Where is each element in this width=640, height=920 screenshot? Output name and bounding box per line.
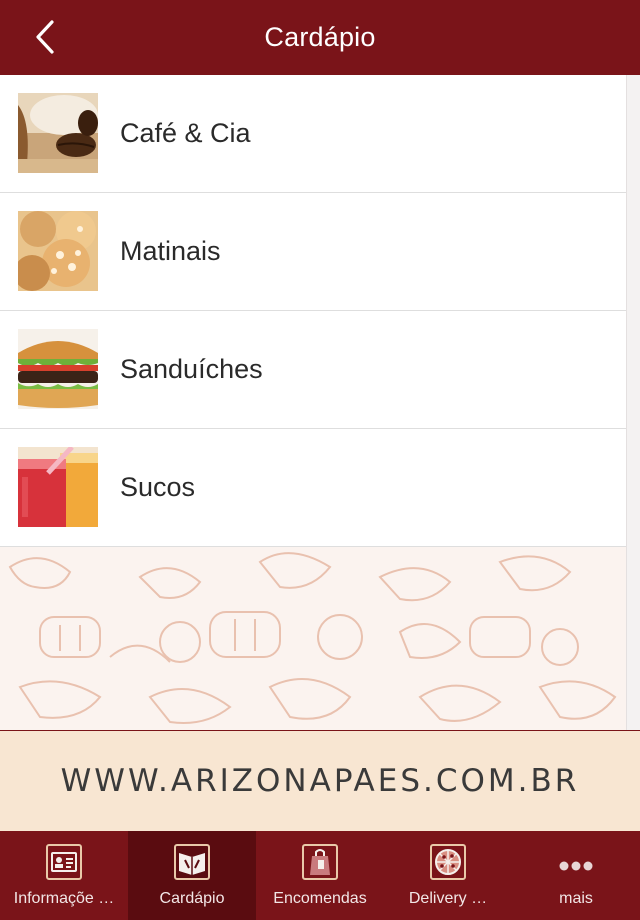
- tab-cardapio[interactable]: Cardápio: [128, 831, 256, 920]
- website-url-text: WWW.ARIZONAPAES.COM.BR: [60, 763, 580, 799]
- more-dots-icon: [559, 861, 593, 871]
- list-item-label: Matinais: [120, 236, 221, 266]
- list-item-label: Café & Cia: [120, 118, 251, 148]
- contact-card-icon: [46, 844, 82, 880]
- top-nav-bar: Cardápio: [0, 0, 640, 75]
- sucos-thumbnail: [18, 447, 98, 527]
- chevron-left-icon: [36, 20, 54, 54]
- tab-label: Informaçõe …: [13, 890, 115, 907]
- sanduiches-thumbnail: [18, 329, 98, 409]
- list-item-cafe[interactable]: Café & Cia: [0, 75, 626, 193]
- matinais-thumbnail: [18, 211, 98, 291]
- tab-label: mais: [559, 890, 593, 907]
- tab-encomendas[interactable]: Encomendas: [256, 831, 384, 920]
- list-item-label: Sanduíches: [120, 354, 263, 384]
- tab-label: Encomendas: [273, 890, 367, 907]
- tab-delivery[interactable]: Delivery …: [384, 831, 512, 920]
- scrollbar-track[interactable]: [626, 75, 640, 730]
- tab-label: Cardápio: [159, 890, 225, 907]
- menu-category-list: Café & Cia Matinais Sanduíches Sucos: [0, 75, 626, 547]
- shopping-bag-icon: [302, 844, 338, 880]
- tab-label: Delivery …: [408, 890, 488, 907]
- list-item-sanduiches[interactable]: Sanduíches: [0, 311, 626, 429]
- tab-mais[interactable]: mais: [512, 831, 640, 920]
- back-button[interactable]: [22, 14, 68, 60]
- pizza-icon: [430, 844, 466, 880]
- cafe-thumbnail: [18, 93, 98, 173]
- bakery-pattern-background: [0, 547, 626, 730]
- website-banner[interactable]: WWW.ARIZONAPAES.COM.BR: [0, 730, 640, 831]
- menu-book-icon: [174, 844, 210, 880]
- list-item-label: Sucos: [120, 472, 196, 502]
- tab-informacoes[interactable]: Informaçõe …: [0, 831, 128, 920]
- page-title: Cardápio: [264, 22, 376, 52]
- list-item-sucos[interactable]: Sucos: [0, 429, 626, 547]
- bottom-tab-bar: Informaçõe … Cardápio Encomendas Deliver…: [0, 831, 640, 920]
- list-item-matinais[interactable]: Matinais: [0, 193, 626, 311]
